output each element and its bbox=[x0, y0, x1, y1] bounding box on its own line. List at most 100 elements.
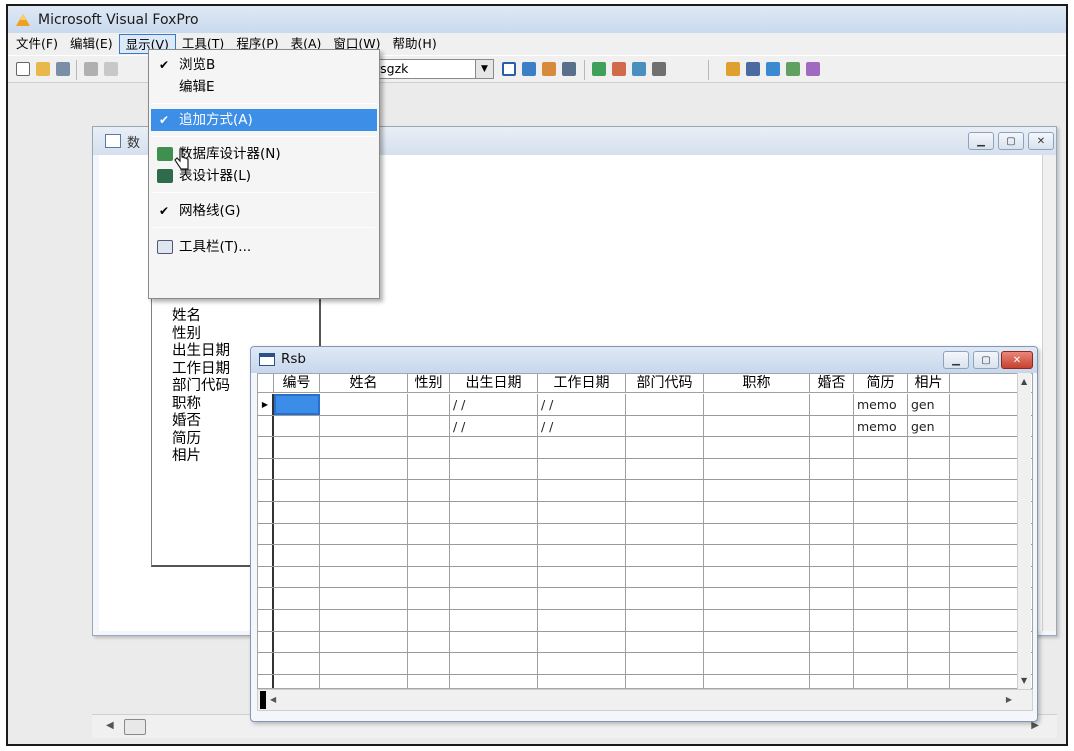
grid-cell[interactable] bbox=[408, 415, 450, 437]
grid-cell[interactable] bbox=[538, 653, 626, 674]
grid-cell[interactable] bbox=[274, 415, 320, 437]
grid-cell[interactable] bbox=[626, 609, 704, 631]
menu-item-append-mode[interactable]: ✔ 追加方式(A) bbox=[151, 109, 377, 131]
field-item[interactable]: 职称 bbox=[172, 396, 230, 414]
field-item[interactable]: 简历 bbox=[172, 431, 230, 449]
grid-cell[interactable] bbox=[408, 437, 450, 458]
partition-splitter[interactable] bbox=[260, 691, 266, 709]
grid-cell[interactable] bbox=[950, 524, 1010, 545]
grid-cell[interactable] bbox=[704, 415, 810, 437]
grid-cell[interactable] bbox=[704, 394, 810, 415]
grid-cell[interactable] bbox=[704, 545, 810, 566]
grid-cell[interactable] bbox=[908, 588, 950, 609]
empty-table-row[interactable] bbox=[258, 523, 1032, 546]
empty-table-row[interactable] bbox=[258, 501, 1032, 524]
form-icon[interactable] bbox=[632, 62, 646, 76]
new-file-icon[interactable] bbox=[16, 62, 30, 76]
grid-cell[interactable] bbox=[626, 674, 704, 688]
column-header[interactable]: 部门代码 bbox=[626, 374, 704, 392]
grid-cell[interactable] bbox=[408, 588, 450, 609]
grid-cell[interactable] bbox=[274, 545, 320, 566]
grid-cell[interactable] bbox=[908, 545, 950, 566]
grid-cell[interactable] bbox=[704, 566, 810, 588]
menu-item-gridlines[interactable]: ✔ 网格线(G) bbox=[151, 200, 377, 222]
grid-cell[interactable] bbox=[704, 588, 810, 609]
grid-cell[interactable] bbox=[854, 480, 908, 501]
field-item[interactable]: 姓名 bbox=[172, 308, 230, 326]
grid-cell[interactable] bbox=[320, 674, 408, 688]
grid-cell[interactable] bbox=[908, 437, 950, 458]
grid-cell[interactable] bbox=[538, 609, 626, 631]
grid-cell[interactable] bbox=[320, 437, 408, 458]
grid-cell[interactable] bbox=[950, 567, 1010, 588]
scroll-right-icon[interactable]: ▶ bbox=[1006, 695, 1012, 704]
grid-cell[interactable] bbox=[320, 566, 408, 588]
scroll-up-icon[interactable]: ▲ bbox=[1021, 377, 1027, 386]
column-header[interactable]: 出生日期 bbox=[450, 374, 538, 392]
report-icon[interactable] bbox=[562, 62, 576, 76]
grid-cell[interactable] bbox=[950, 480, 1010, 501]
grid-cell[interactable] bbox=[950, 437, 1010, 458]
grid-cell[interactable] bbox=[950, 632, 1010, 653]
grid-cell[interactable] bbox=[704, 480, 810, 501]
grid-cell[interactable] bbox=[626, 588, 704, 609]
grid-cell[interactable] bbox=[274, 653, 320, 674]
empty-table-row[interactable] bbox=[258, 631, 1032, 654]
grid-cell[interactable] bbox=[320, 415, 408, 437]
grid-cell[interactable] bbox=[450, 631, 538, 653]
column-header[interactable]: 相片 bbox=[908, 374, 950, 392]
column-header[interactable]: 编号 bbox=[274, 374, 320, 392]
print-preview-icon[interactable] bbox=[104, 62, 118, 76]
class-icon[interactable] bbox=[806, 62, 820, 76]
grid-cell[interactable] bbox=[538, 501, 626, 523]
grid-cell[interactable] bbox=[450, 523, 538, 545]
scroll-down-icon[interactable]: ▼ bbox=[1021, 676, 1027, 685]
empty-table-row[interactable] bbox=[258, 609, 1032, 632]
empty-table-row[interactable] bbox=[258, 480, 1032, 502]
grid-cell[interactable]: / / bbox=[538, 415, 626, 437]
grid-cell[interactable] bbox=[320, 394, 408, 415]
grid-cell[interactable] bbox=[274, 394, 320, 415]
column-header[interactable]: 职称 bbox=[704, 374, 810, 392]
grid-cell[interactable] bbox=[908, 609, 950, 631]
grid-cell[interactable] bbox=[810, 501, 854, 523]
menu-item-browse[interactable]: ✔ 浏览B bbox=[151, 54, 377, 76]
grid-cell[interactable] bbox=[704, 653, 810, 674]
grid-cell[interactable] bbox=[810, 480, 854, 501]
grid-cell[interactable]: memo bbox=[854, 415, 908, 437]
grid-cell[interactable] bbox=[450, 458, 538, 480]
grid-cell[interactable] bbox=[704, 674, 810, 688]
grid-cell[interactable] bbox=[274, 566, 320, 588]
grid-cell[interactable] bbox=[408, 545, 450, 566]
query-icon[interactable] bbox=[746, 62, 760, 76]
column-header[interactable]: 工作日期 bbox=[538, 374, 626, 392]
grid-cell[interactable] bbox=[626, 545, 704, 566]
column-header[interactable]: 婚否 bbox=[810, 374, 854, 392]
field-item[interactable]: 出生日期 bbox=[172, 343, 230, 361]
grid-cell[interactable] bbox=[908, 458, 950, 480]
grid-cell[interactable] bbox=[950, 545, 1010, 566]
grid-cell[interactable] bbox=[704, 437, 810, 458]
grid-cell[interactable] bbox=[320, 458, 408, 480]
menu-edit[interactable]: 编辑(E) bbox=[64, 34, 119, 54]
grid-cell[interactable] bbox=[854, 653, 908, 674]
print-icon[interactable] bbox=[84, 62, 98, 76]
grid-cell[interactable] bbox=[626, 523, 704, 545]
grid-cell[interactable] bbox=[274, 437, 320, 458]
grid-cell[interactable] bbox=[854, 566, 908, 588]
column-header[interactable]: 简历 bbox=[854, 374, 908, 392]
grid-cell[interactable] bbox=[908, 566, 950, 588]
table-row[interactable]: / / / / memo gen bbox=[258, 415, 1032, 438]
grid-cell[interactable]: / / bbox=[450, 415, 538, 437]
command-window-icon[interactable] bbox=[502, 62, 516, 76]
db-icon[interactable] bbox=[726, 62, 740, 76]
grid-cell[interactable] bbox=[908, 631, 950, 653]
grid-cell[interactable] bbox=[320, 588, 408, 609]
grid-cell[interactable] bbox=[450, 501, 538, 523]
grid-cell[interactable] bbox=[320, 501, 408, 523]
empty-table-row[interactable] bbox=[258, 588, 1032, 610]
grid-cell[interactable] bbox=[810, 545, 854, 566]
grid-cell[interactable] bbox=[408, 609, 450, 631]
grid-cell[interactable] bbox=[538, 480, 626, 501]
grid-cell[interactable] bbox=[450, 653, 538, 674]
